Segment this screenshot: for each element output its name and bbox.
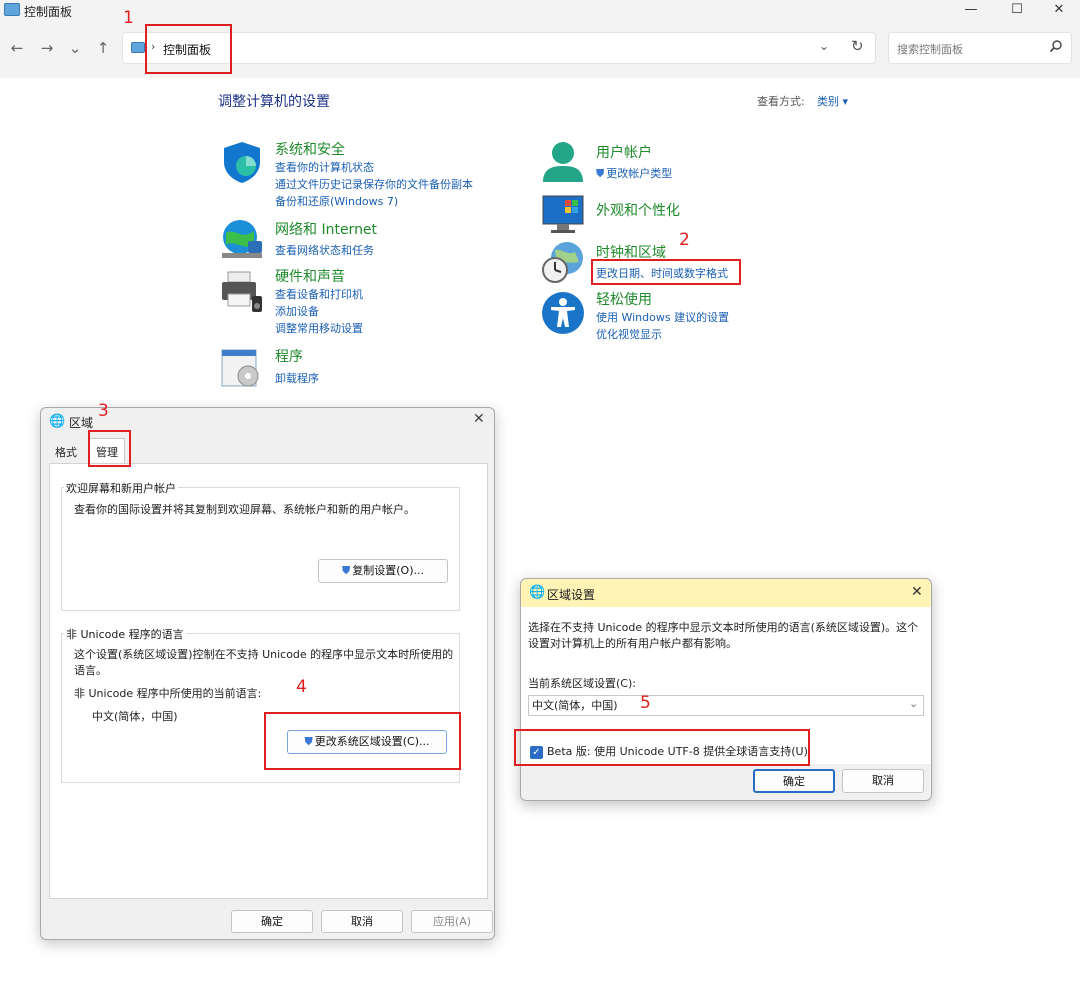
accessibility-icon[interactable] [541, 291, 585, 335]
search-placeholder: 搜索控制面板 [897, 43, 963, 56]
region-dialog-title: 区域 [69, 416, 94, 430]
shield-icon[interactable] [220, 140, 264, 184]
chevron-down-icon: ⌄ [909, 697, 919, 710]
link-mobility-settings[interactable]: 调整常用移动设置 [275, 320, 363, 336]
recent-locations-button[interactable]: ⌄ [64, 38, 86, 60]
link-devices-printers[interactable]: 查看设备和打印机 [275, 286, 363, 302]
link-backup-restore[interactable]: 备份和还原(Windows 7) [275, 193, 398, 209]
annotation-number-3: 3 [98, 401, 109, 421]
region-dialog-close-button[interactable]: ✕ [473, 411, 485, 427]
window-title: 控制面板 [24, 5, 73, 19]
minimize-button[interactable]: — [948, 0, 994, 22]
link-file-history[interactable]: 通过文件历史记录保存你的文件备份副本 [275, 176, 473, 192]
category-title-user-accounts[interactable]: 用户帐户 [596, 142, 652, 162]
copy-settings-button[interactable]: ⛊ 复制设置(O)... [318, 559, 448, 583]
page-title: 调整计算机的设置 [218, 94, 330, 110]
region-settings-close-button[interactable]: ✕ [911, 584, 923, 600]
category-title-ease-of-access[interactable]: 轻松使用 [596, 289, 652, 309]
monitor-icon[interactable] [541, 192, 585, 236]
maximize-button[interactable]: ☐ [994, 0, 1040, 22]
category-title-programs[interactable]: 程序 [275, 346, 303, 366]
uac-shield-icon: ⛊ [342, 564, 351, 577]
up-button[interactable]: ↑ [92, 38, 114, 60]
view-by-dropdown[interactable]: 类别 ▾ [817, 93, 848, 109]
address-bar[interactable]: › 控制面板 ⌄ ↻ [122, 32, 876, 64]
link-optimize-visual-display[interactable]: 优化视觉显示 [596, 326, 662, 342]
region-settings-description: 选择在不支持 Unicode 的程序中显示文本时所使用的语言(系统区域设置)。这… [528, 621, 919, 650]
printer-icon[interactable] [220, 270, 264, 314]
region-settings-title-bar: 🌐 区域设置 ✕ [521, 579, 931, 607]
control-panel-icon [131, 42, 145, 53]
close-button[interactable]: ✕ [1036, 0, 1080, 22]
view-by-label: 查看方式: [757, 95, 805, 108]
region-settings-dialog: 🌐 区域设置 ✕ 选择在不支持 Unicode 的程序中显示文本时所使用的语言(… [520, 578, 932, 801]
annotation-box-4 [264, 712, 461, 770]
annotation-number-5: 5 [640, 693, 651, 713]
current-language-value: 中文(简体，中国) [92, 710, 178, 723]
current-language-label: 非 Unicode 程序中所使用的当前语言: [74, 687, 262, 700]
welcome-description: 查看你的国际设置并将其复制到欢迎屏幕、系统帐户和新的用户帐户。 [74, 503, 415, 516]
annotation-number-4: 4 [296, 677, 307, 697]
region-settings-title: 区域设置 [547, 588, 596, 602]
annotation-box-1 [145, 24, 232, 74]
globe-icon: 🌐 [529, 585, 546, 600]
link-uninstall-program[interactable]: 卸载程序 [275, 370, 319, 386]
refresh-icon[interactable]: ↻ [851, 37, 864, 55]
back-button[interactable]: ← [6, 38, 28, 60]
administrative-panel: 欢迎屏幕和新用户帐户 查看你的国际设置并将其复制到欢迎屏幕、系统帐户和新的用户帐… [49, 463, 488, 899]
uac-shield-icon: ⛊ [596, 167, 605, 180]
link-add-device[interactable]: 添加设备 [275, 303, 319, 319]
annotation-number-1: 1 [123, 8, 134, 28]
search-input[interactable]: 搜索控制面板 [888, 32, 1072, 64]
cancel-button[interactable]: 取消 [321, 910, 403, 933]
network-icon[interactable] [220, 217, 264, 261]
tab-formats[interactable]: 格式 [49, 439, 83, 461]
sub-cancel-button[interactable]: 取消 [842, 769, 924, 793]
non-unicode-description: 这个设置(系统区域设置)控制在不支持 Unicode 的程序中显示文本时所使用的… [74, 648, 454, 677]
category-title-system-security[interactable]: 系统和安全 [275, 139, 345, 159]
ok-button[interactable]: 确定 [231, 910, 313, 933]
current-locale-label: 当前系统区域设置(C): [528, 677, 636, 690]
annotation-box-5 [514, 729, 810, 766]
search-icon[interactable] [1049, 39, 1063, 53]
link-view-computer-status[interactable]: 查看你的计算机状态 [275, 159, 374, 175]
link-recommended-settings[interactable]: 使用 Windows 建议的设置 [596, 309, 729, 325]
welcome-group-title: 欢迎屏幕和新用户帐户 [64, 480, 178, 496]
annotation-number-2: 2 [679, 230, 690, 250]
category-title-appearance[interactable]: 外观和个性化 [596, 200, 680, 220]
category-title-hardware-sound[interactable]: 硬件和声音 [275, 266, 345, 286]
programs-icon[interactable] [220, 346, 264, 390]
sub-ok-button[interactable]: 确定 [753, 769, 835, 793]
annotation-box-3 [88, 430, 131, 467]
apply-button[interactable]: 应用(A) [411, 910, 493, 933]
link-network-status[interactable]: 查看网络状态和任务 [275, 242, 374, 258]
user-icon[interactable] [541, 140, 585, 184]
system-locale-select[interactable]: 中文(简体，中国) ⌄ [528, 695, 924, 716]
title-bar: 控制面板 — ☐ ✕ [0, 0, 1080, 22]
globe-icon: 🌐 [49, 414, 66, 429]
annotation-box-2 [591, 259, 741, 285]
clock-globe-icon[interactable] [541, 240, 585, 284]
control-panel-icon [4, 3, 20, 16]
link-change-account-type[interactable]: ⛊ 更改帐户类型 [596, 165, 672, 181]
forward-button[interactable]: → [36, 38, 58, 60]
category-title-network[interactable]: 网络和 Internet [275, 219, 377, 239]
region-dialog: 🌐 区域 ✕ 格式 管理 欢迎屏幕和新用户帐户 查看你的国际设置并将其复制到欢迎… [40, 407, 495, 940]
system-locale-value: 中文(简体，中国) [532, 699, 618, 712]
non-unicode-group-title: 非 Unicode 程序的语言 [64, 626, 186, 642]
chevron-down-icon[interactable]: ⌄ [819, 39, 829, 53]
